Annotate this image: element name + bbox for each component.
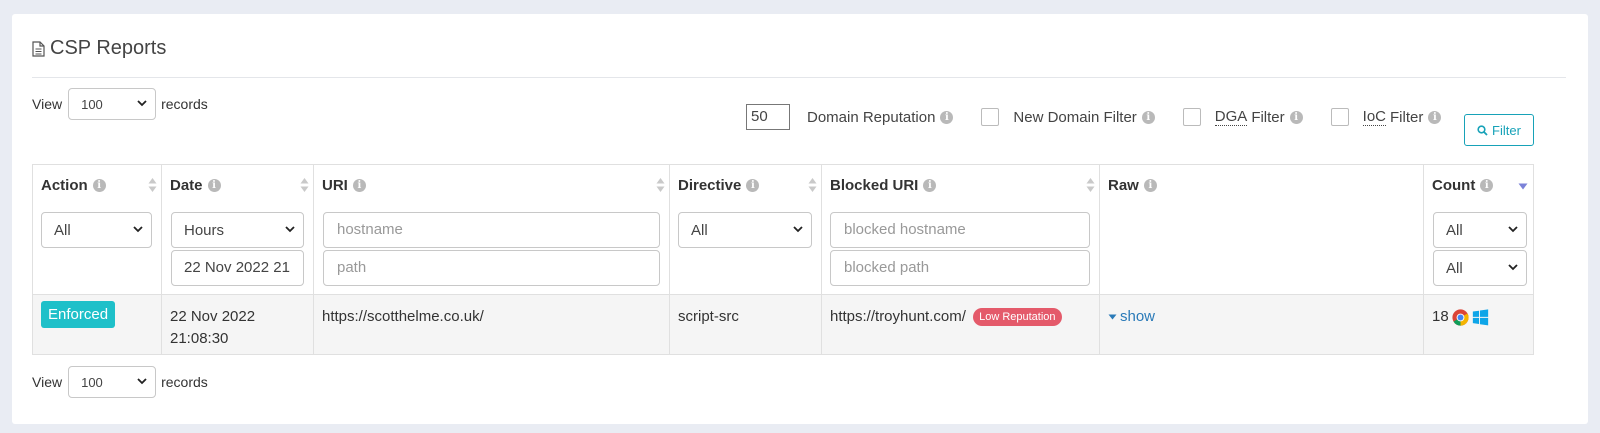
column-header-action[interactable]: Action i All — [32, 164, 161, 295]
view-records-bottom: View 100 records — [32, 366, 208, 398]
info-icon[interactable]: i — [1143, 179, 1157, 192]
info-icon[interactable]: i — [746, 179, 760, 192]
chevron-down-icon — [133, 226, 143, 233]
sort-desc-icon[interactable] — [1518, 183, 1528, 190]
dga-abbr: DGA — [1214, 108, 1248, 126]
caret-down-icon — [1108, 314, 1117, 320]
table-cell-uri: https://scotthelme.co.uk/ — [313, 295, 669, 355]
column-header-raw: Raw i — [1099, 164, 1423, 295]
filter-button[interactable]: Filter — [1464, 114, 1534, 146]
count-value: 18 — [1432, 308, 1449, 325]
table-cell-count: 18 — [1423, 295, 1534, 355]
windows-icon — [1472, 308, 1488, 325]
chrome-icon — [1452, 308, 1469, 326]
column-header-count[interactable]: Count i All All — [1423, 164, 1534, 295]
view-label: View — [32, 374, 63, 390]
domain-reputation-label: Domain Reputation — [807, 108, 936, 126]
table-cell-directive: script-src — [669, 295, 821, 355]
uri-path-input[interactable]: path — [323, 250, 660, 286]
chevron-down-icon — [1508, 264, 1518, 271]
chevron-down-icon — [137, 100, 147, 107]
records-label: records — [161, 96, 208, 112]
table-cell-raw: show — [1099, 295, 1423, 355]
dga-label: Filter — [1251, 108, 1285, 126]
action-badge-enforced: Enforced — [41, 301, 116, 328]
low-reputation-badge: Low Reputation — [973, 308, 1062, 327]
count-filter-select-2[interactable]: All — [1433, 250, 1527, 286]
records-per-page-select[interactable]: 100 — [68, 366, 157, 398]
sort-icon[interactable] — [300, 177, 309, 193]
records-label: records — [161, 374, 208, 390]
directive-filter-select[interactable]: All — [678, 212, 812, 248]
date-input[interactable]: 22 Nov 2022 21 — [171, 250, 304, 286]
page-title-text: CSP Reports — [50, 37, 167, 59]
date-range-select[interactable]: Hours — [171, 212, 304, 248]
column-header-uri[interactable]: URI i hostname path — [313, 164, 669, 295]
ioc-abbr: IoC — [1362, 108, 1386, 126]
records-per-page-select[interactable]: 100 — [68, 88, 157, 120]
blocked-uri-text: https://troyhunt.com/ — [830, 308, 966, 325]
chevron-down-icon — [285, 226, 295, 233]
ioc-checkbox[interactable] — [1330, 108, 1349, 126]
blocked-hostname-input[interactable]: blocked hostname — [830, 212, 1090, 248]
dga-checkbox[interactable] — [1182, 108, 1201, 126]
view-label: View — [32, 96, 63, 112]
chevron-down-icon — [137, 378, 147, 385]
new-domain-checkbox[interactable] — [981, 108, 1000, 126]
action-filter-select[interactable]: All — [41, 212, 152, 248]
info-icon[interactable]: i — [1428, 110, 1442, 124]
info-icon[interactable]: i — [352, 179, 366, 192]
search-icon — [1477, 124, 1488, 136]
blocked-path-input[interactable]: blocked path — [830, 250, 1090, 286]
reputation-threshold-input[interactable]: 50 — [746, 104, 790, 130]
info-icon[interactable]: i — [940, 110, 954, 124]
csp-reports-panel: CSP Reports View 100 records 50 Domain R… — [12, 14, 1588, 424]
info-icon[interactable]: i — [1480, 179, 1494, 192]
chevron-down-icon — [1508, 226, 1518, 233]
view-records-top: View 100 records — [32, 88, 208, 120]
count-filter-select-1[interactable]: All — [1433, 212, 1527, 248]
page-title: CSP Reports — [32, 37, 166, 60]
title-divider — [32, 77, 1566, 78]
table-cell-action: Enforced — [32, 295, 161, 355]
table-cell-date: 22 Nov 2022 21:08:30 — [161, 295, 313, 355]
filter-button-label: Filter — [1492, 122, 1521, 138]
document-icon — [32, 40, 45, 57]
ioc-label: Filter — [1390, 108, 1424, 126]
raw-show-toggle[interactable]: show — [1108, 306, 1155, 328]
info-icon[interactable]: i — [923, 179, 937, 192]
column-header-blocked-uri[interactable]: Blocked URI i blocked hostname blocked pa… — [821, 164, 1099, 295]
sort-icon[interactable] — [148, 177, 157, 193]
filter-bar: 50 Domain Reputation i New Domain Filter… — [746, 103, 1442, 131]
info-icon[interactable]: i — [92, 179, 106, 192]
column-header-directive[interactable]: Directive i All — [669, 164, 821, 295]
uri-hostname-input[interactable]: hostname — [323, 212, 660, 248]
info-icon[interactable]: i — [207, 179, 221, 192]
column-header-date[interactable]: Date i Hours 22 Nov 2022 21 — [161, 164, 313, 295]
info-icon[interactable]: i — [1289, 110, 1303, 124]
info-icon[interactable]: i — [1141, 110, 1155, 124]
sort-icon[interactable] — [656, 177, 665, 193]
chevron-down-icon — [793, 226, 803, 233]
new-domain-label: New Domain Filter — [1013, 108, 1137, 126]
table-cell-blocked-uri: https://troyhunt.com/ Low Reputation — [821, 295, 1099, 355]
sort-icon[interactable] — [808, 177, 817, 193]
sort-icon[interactable] — [1086, 177, 1095, 193]
